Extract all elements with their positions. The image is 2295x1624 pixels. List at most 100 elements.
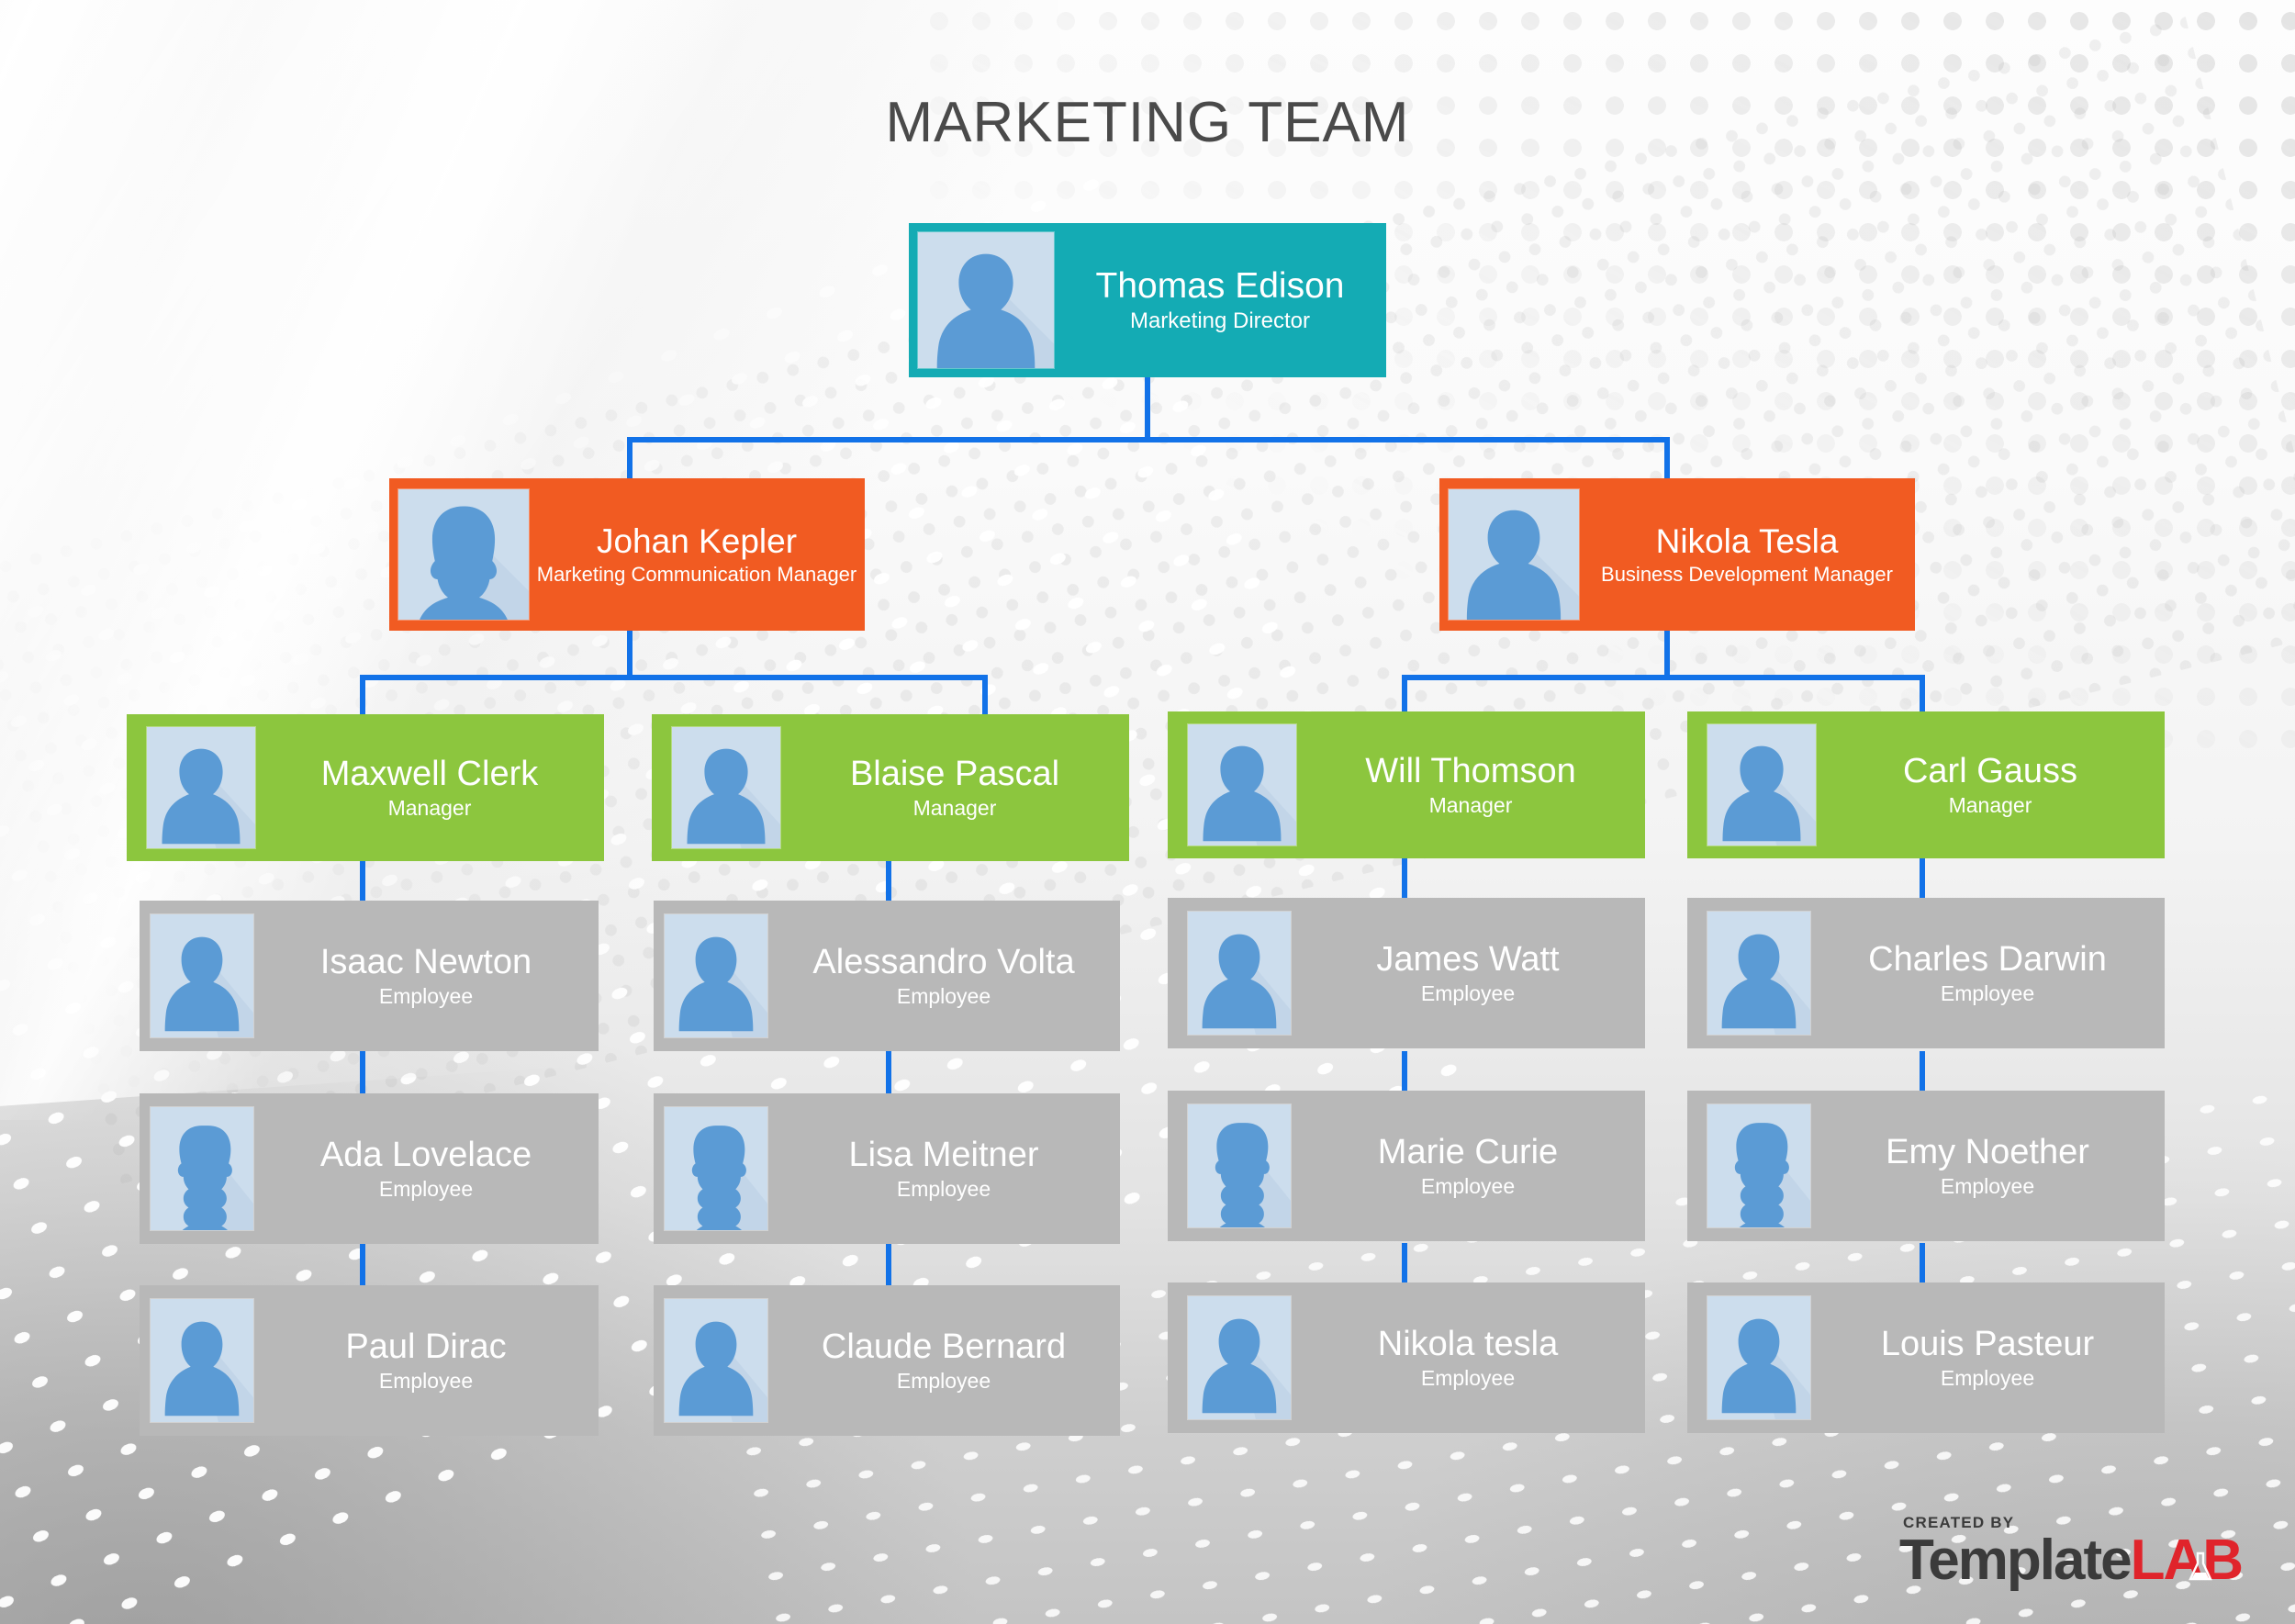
- connector-director-stem: [1145, 376, 1150, 441]
- logo-lab-text: LAB: [2130, 1529, 2244, 1592]
- connector-tesla-drop-1: [1402, 675, 1407, 716]
- avatar-male-icon: [147, 727, 255, 848]
- connector-kepler-stem: [627, 631, 633, 678]
- org-node-employee-r2c4[interactable]: Emy Noether Employee: [1687, 1091, 2165, 1241]
- logo-template-text: Template: [1898, 1529, 2133, 1592]
- person-role: Employee: [1940, 981, 2035, 1006]
- org-node-employee-r3c1[interactable]: Paul Dirac Employee: [140, 1285, 599, 1436]
- person-name: Marie Curie: [1377, 1132, 1559, 1171]
- org-node-text: Isaac Newton Employee: [253, 943, 599, 1009]
- connector-emp2-to-emp3-col1: [360, 1243, 365, 1285]
- avatar-male-icon: [1707, 1296, 1810, 1419]
- person-role: Employee: [896, 984, 991, 1009]
- avatar-male-icon: [665, 1299, 767, 1422]
- person-name: Claude Bernard: [821, 1327, 1067, 1366]
- logo-wordmark: TemplateLAB: [1898, 1529, 2244, 1592]
- connector-level2-drop-left: [627, 437, 633, 478]
- person-role: Manager: [912, 795, 997, 820]
- avatar-male-icon: [1188, 724, 1296, 846]
- org-node-text: Maxwell Clerk Manager: [255, 755, 604, 820]
- org-node-employee-r3c4[interactable]: Louis Pasteur Employee: [1687, 1282, 2165, 1433]
- connector-mgr3-to-emp1: [1402, 858, 1407, 901]
- org-node-manager-3[interactable]: Will Thomson Manager: [1168, 711, 1645, 858]
- person-role: Employee: [896, 1177, 991, 1202]
- person-name: Blaise Pascal: [849, 755, 1060, 794]
- connector-emp2-to-emp3-col2: [886, 1243, 891, 1285]
- org-chart-canvas: MARKETING TEAM Thomas Edison Marketing D…: [0, 0, 2295, 1624]
- avatar-male-icon: [672, 727, 780, 848]
- flask-icon: [2188, 1536, 2212, 1581]
- connector-mgr2-to-emp1: [886, 858, 891, 901]
- connector-kepler-drop-1: [360, 675, 365, 716]
- org-node-director[interactable]: Thomas Edison Marketing Director: [909, 223, 1386, 377]
- org-node-text: Paul Dirac Employee: [253, 1327, 599, 1394]
- person-name: Johan Kepler: [596, 522, 798, 561]
- person-name: Paul Dirac: [345, 1327, 507, 1366]
- avatar-male-icon: [665, 914, 767, 1037]
- avatar-female-icon: [151, 1107, 253, 1230]
- org-node-marketing-communication-manager[interactable]: Johan Kepler Marketing Communication Man…: [389, 478, 865, 631]
- person-name: Nikola Tesla: [1655, 522, 1839, 561]
- connector-emp2-to-emp3-col3: [1402, 1243, 1407, 1285]
- connector-emp1-to-emp2-col3: [1402, 1051, 1407, 1093]
- person-name: Alessandro Volta: [812, 942, 1075, 981]
- person-name: Ada Lovelace: [319, 1135, 532, 1174]
- org-node-employee-r1c3[interactable]: James Watt Employee: [1168, 898, 1645, 1048]
- org-node-text: Blaise Pascal Manager: [780, 755, 1129, 820]
- org-node-employee-r1c1[interactable]: Isaac Newton Employee: [140, 901, 599, 1051]
- templatelab-logo: CREATED BY TemplateLAB: [1898, 1515, 2244, 1592]
- avatar-male-icon: [1707, 912, 1810, 1035]
- person-name: Will Thomson: [1365, 752, 1576, 791]
- org-node-text: Thomas Edison Marketing Director: [1054, 266, 1386, 334]
- org-node-business-development-manager[interactable]: Nikola Tesla Business Development Manage…: [1439, 478, 1915, 631]
- person-role: Marketing Director: [1129, 308, 1311, 333]
- person-role: Employee: [1940, 1174, 2035, 1199]
- org-node-manager-1[interactable]: Maxwell Clerk Manager: [127, 714, 604, 861]
- org-node-text: Charles Darwin Employee: [1810, 940, 2165, 1006]
- org-node-employee-r1c2[interactable]: Alessandro Volta Employee: [654, 901, 1120, 1051]
- org-node-text: James Watt Employee: [1291, 940, 1645, 1006]
- page-title: MARKETING TEAM: [885, 91, 1410, 154]
- connector-tesla-stem: [1664, 631, 1670, 678]
- person-name: Nikola tesla: [1377, 1324, 1559, 1363]
- connector-level2-bus: [627, 437, 1670, 442]
- org-node-manager-2[interactable]: Blaise Pascal Manager: [652, 714, 1129, 861]
- avatar-female-icon: [1707, 1104, 1810, 1227]
- person-name: Louis Pasteur: [1880, 1324, 2095, 1363]
- avatar-male-icon: [918, 232, 1054, 368]
- org-node-employee-r3c2[interactable]: Claude Bernard Employee: [654, 1285, 1120, 1436]
- org-node-employee-r2c2[interactable]: Lisa Meitner Employee: [654, 1093, 1120, 1244]
- person-role: Employee: [1420, 981, 1516, 1006]
- person-name: Emy Noether: [1886, 1132, 2089, 1171]
- avatar-male-icon: [1707, 724, 1816, 846]
- person-role: Employee: [378, 1177, 474, 1202]
- connector-level2-drop-right: [1664, 437, 1670, 478]
- org-node-text: Ada Lovelace Employee: [253, 1136, 599, 1202]
- avatar-male-icon: [1188, 1296, 1291, 1419]
- org-node-employee-r2c1[interactable]: Ada Lovelace Employee: [140, 1093, 599, 1244]
- person-role: Employee: [1940, 1366, 2035, 1391]
- connector-tesla-drop-2: [1920, 675, 1925, 716]
- org-node-employee-r1c4[interactable]: Charles Darwin Employee: [1687, 898, 2165, 1048]
- person-name: Maxwell Clerk: [320, 755, 539, 794]
- org-node-text: Alessandro Volta Employee: [767, 943, 1120, 1009]
- org-node-manager-4[interactable]: Carl Gauss Manager: [1687, 711, 2165, 858]
- org-node-employee-r3c3[interactable]: Nikola tesla Employee: [1168, 1282, 1645, 1433]
- avatar-female-icon: [398, 489, 529, 620]
- connector-emp1-to-emp2-col1: [360, 1051, 365, 1093]
- org-node-text: Lisa Meitner Employee: [767, 1136, 1120, 1202]
- person-name: Isaac Newton: [319, 942, 532, 981]
- person-name: Thomas Edison: [1095, 266, 1345, 307]
- connector-tesla-bus: [1402, 675, 1925, 680]
- org-node-text: Louis Pasteur Employee: [1810, 1325, 2165, 1391]
- avatar-male-icon: [1449, 489, 1579, 620]
- org-node-text: Claude Bernard Employee: [767, 1327, 1120, 1394]
- org-node-text: Emy Noether Employee: [1810, 1133, 2165, 1199]
- org-node-employee-r2c3[interactable]: Marie Curie Employee: [1168, 1091, 1645, 1241]
- org-node-text: Nikola tesla Employee: [1291, 1325, 1645, 1391]
- person-role: Employee: [378, 1369, 474, 1394]
- avatar-male-icon: [151, 914, 253, 1037]
- person-role: Business Development Manager: [1601, 562, 1893, 586]
- org-node-text: Marie Curie Employee: [1291, 1133, 1645, 1199]
- org-node-text: Johan Kepler Marketing Communication Man…: [529, 522, 865, 587]
